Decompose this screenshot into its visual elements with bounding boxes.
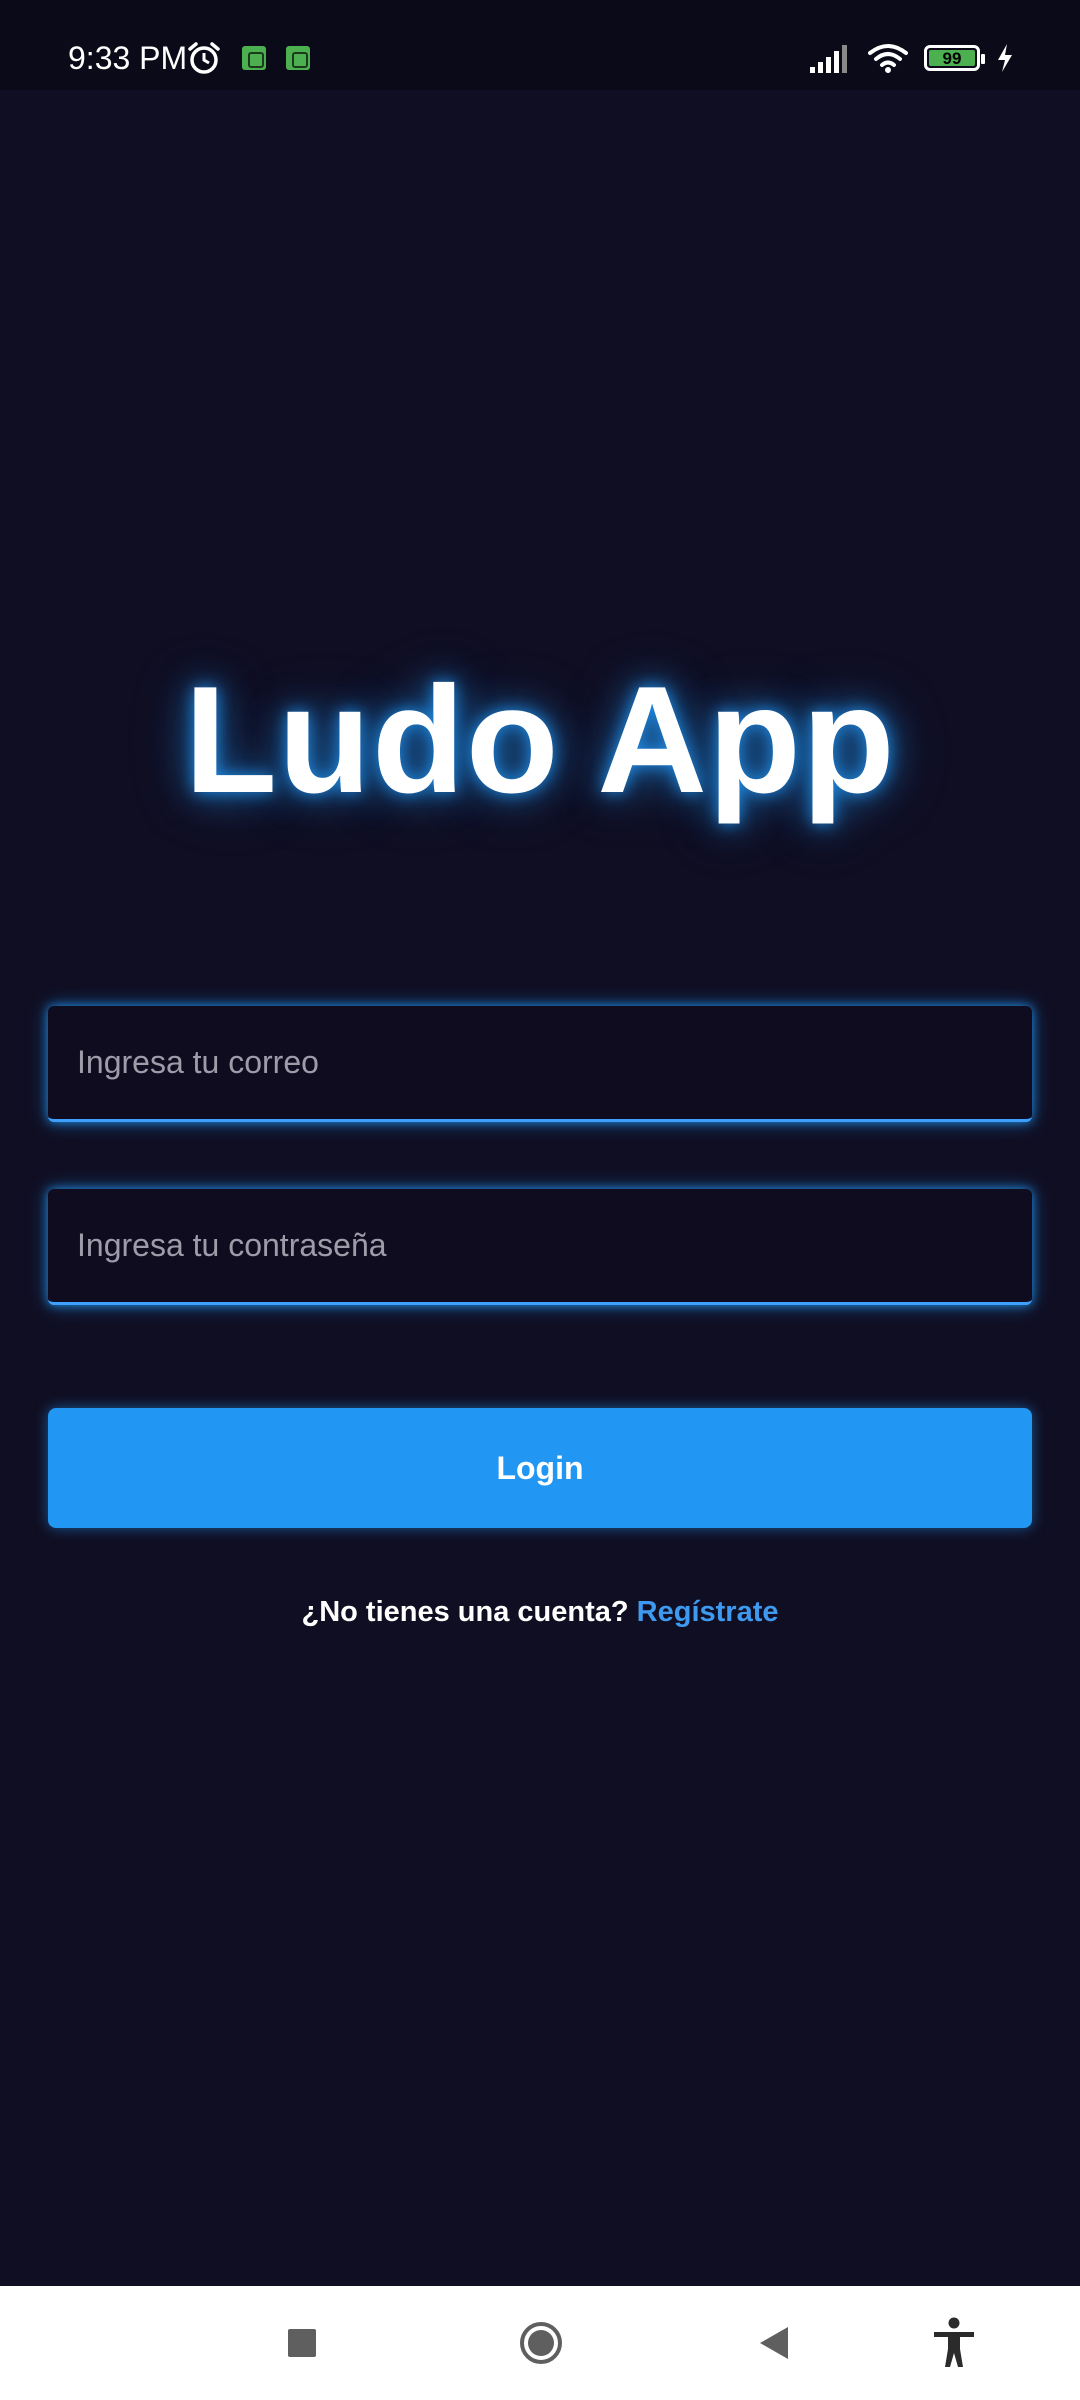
- signup-prompt: ¿No tienes una cuenta?: [301, 1596, 629, 1628]
- signal-icon: [810, 45, 847, 73]
- navigation-bar: [0, 2286, 1080, 2400]
- charging-icon: [998, 44, 1012, 72]
- login-screen: 9:33 PM 99 Ludo App Ingresa tu correo Lo…: [0, 0, 1080, 2400]
- email-field[interactable]: [48, 1006, 1032, 1119]
- password-field-container: [48, 1189, 1032, 1305]
- status-bar: 9:33 PM 99: [0, 0, 1080, 90]
- battery-icon: 99: [924, 45, 985, 71]
- accessibility-button[interactable]: [894, 2286, 1014, 2400]
- status-right-icons: 99: [810, 40, 1014, 76]
- status-left-icons: [186, 40, 310, 76]
- accessibility-icon: [934, 2317, 974, 2367]
- back-button[interactable]: [714, 2286, 834, 2400]
- alarm-icon: [188, 42, 220, 74]
- email-field-container: [48, 1006, 1032, 1122]
- status-time: 9:33 PM: [68, 40, 188, 76]
- recents-button[interactable]: [242, 2286, 362, 2400]
- home-icon: [520, 2322, 562, 2364]
- recents-icon: [288, 2329, 316, 2357]
- app-notification-icon: [242, 46, 266, 70]
- password-field[interactable]: [48, 1189, 1032, 1302]
- back-icon: [760, 2327, 788, 2359]
- home-button[interactable]: [481, 2286, 601, 2400]
- wifi-icon: [868, 44, 908, 73]
- signup-link[interactable]: Regístrate: [637, 1596, 779, 1628]
- signup-row: ¿No tienes una cuenta? Regístrate: [0, 1592, 1080, 1632]
- app-notification-icon: [286, 46, 310, 70]
- login-button[interactable]: Login: [48, 1408, 1032, 1528]
- battery-level: 99: [942, 48, 962, 68]
- app-title: Ludo App: [184, 655, 896, 825]
